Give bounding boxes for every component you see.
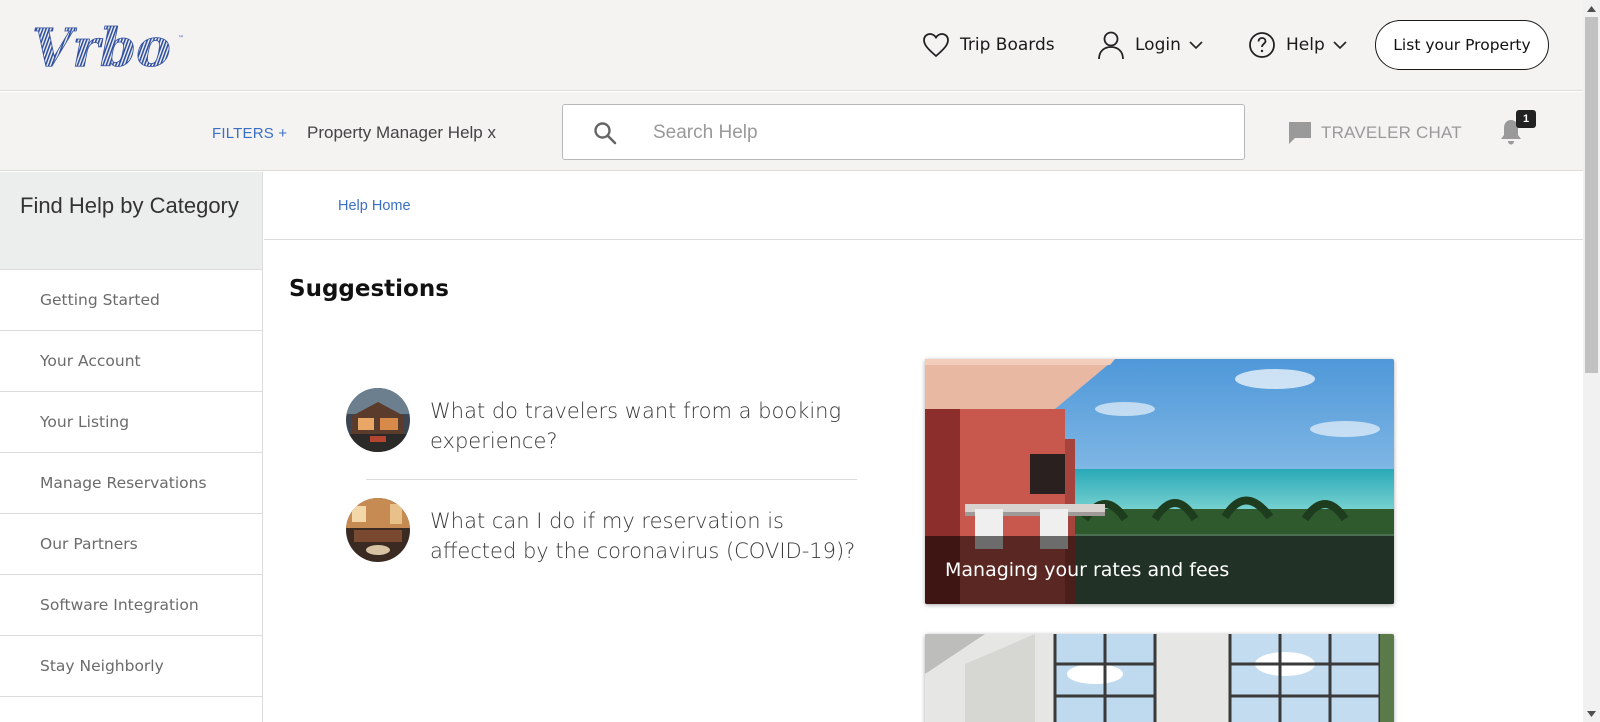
sidebar-item-stay-neighborly[interactable]: Stay Neighborly [0, 636, 262, 697]
suggestion-item[interactable]: What do travelers want from a booking ex… [346, 388, 866, 456]
card-image [925, 634, 1394, 722]
login-label: Login [1135, 35, 1181, 55]
traveler-chat-label: TRAVELER CHAT [1321, 123, 1462, 142]
svg-text:™: ™ [178, 35, 184, 42]
suggestion-thumbnail [346, 388, 410, 452]
help-menu[interactable]: Help [1248, 28, 1347, 62]
article-card[interactable] [925, 634, 1394, 722]
search-input[interactable] [653, 119, 1213, 147]
sidebar-heading: Find Help by Category [0, 172, 262, 270]
breadcrumb-help-home[interactable]: Help Home [338, 198, 411, 214]
category-sidebar: Find Help by Category Getting Started Yo… [0, 172, 263, 722]
sidebar-item-your-listing[interactable]: Your Listing [0, 392, 262, 453]
sidebar-item-your-account[interactable]: Your Account [0, 331, 262, 392]
heart-icon [923, 33, 949, 58]
suggestions-heading: Suggestions [289, 276, 449, 302]
divider [366, 479, 857, 480]
suggestion-item[interactable]: What can I do if my reservation is affec… [346, 498, 866, 566]
search-box[interactable] [562, 104, 1245, 160]
chevron-down-icon [1189, 40, 1203, 49]
list-property-button[interactable]: List your Property [1375, 20, 1549, 70]
active-filter-chip[interactable]: Property Manager Help x [307, 123, 496, 143]
traveler-chat-button[interactable]: TRAVELER CHAT [1287, 120, 1462, 146]
sidebar-item-software-integration[interactable]: Software Integration [0, 575, 262, 636]
sidebar-item-manage-reservations[interactable]: Manage Reservations [0, 453, 262, 514]
svg-text:Vrbo: Vrbo [32, 18, 171, 72]
filters-link[interactable]: FILTERS + [212, 125, 287, 142]
question-circle-icon [1249, 32, 1275, 58]
page-scrollbar[interactable] [1583, 0, 1600, 722]
chevron-down-icon [1333, 40, 1347, 49]
card-caption[interactable]: Managing your rates and fees [925, 536, 1394, 604]
search-icon[interactable] [593, 121, 617, 145]
scroll-down-arrow-icon[interactable] [1583, 705, 1600, 722]
vrbo-logo[interactable]: Vrbo ™ [30, 18, 190, 72]
trip-boards-label: Trip Boards [960, 35, 1055, 55]
scroll-up-arrow-icon[interactable] [1583, 0, 1600, 17]
help-label: Help [1286, 35, 1325, 55]
suggestion-text[interactable]: What can I do if my reservation is affec… [430, 506, 866, 566]
notification-badge: 1 [1516, 110, 1536, 128]
scrollbar-thumb[interactable] [1585, 17, 1598, 373]
article-card[interactable]: Managing your rates and fees [925, 359, 1394, 604]
suggestion-text[interactable]: What do travelers want from a booking ex… [430, 396, 866, 456]
chat-bubble-icon [1289, 122, 1311, 144]
login-menu[interactable]: Login [1097, 28, 1203, 62]
top-header: Vrbo ™ Trip Boards Login Help List your … [0, 0, 1583, 91]
sidebar-item-getting-started[interactable]: Getting Started [0, 270, 262, 331]
user-icon [1098, 31, 1124, 60]
search-bar-section: FILTERS + Property Manager Help x TRAVEL… [0, 92, 1583, 171]
trip-boards-link[interactable]: Trip Boards [922, 28, 1055, 62]
breadcrumb: Help Home [264, 172, 1583, 240]
suggestion-thumbnail [346, 498, 410, 562]
sidebar-item-our-partners[interactable]: Our Partners [0, 514, 262, 575]
